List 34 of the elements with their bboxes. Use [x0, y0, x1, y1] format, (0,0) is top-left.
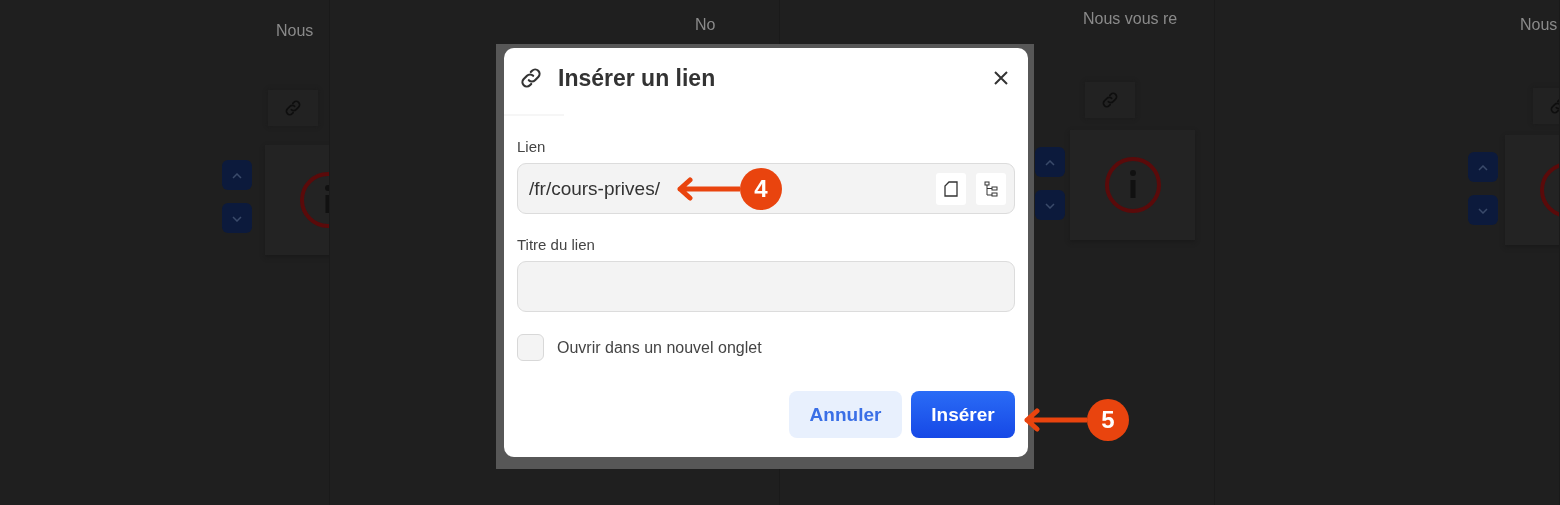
dialog-title: Insérer un lien	[558, 64, 717, 92]
cancel-button[interactable]: Annuler	[789, 391, 902, 438]
chevron-down-icon	[1045, 203, 1055, 209]
move-down-button[interactable]	[1035, 190, 1065, 220]
checkbox[interactable]	[517, 334, 544, 361]
section-heading: No	[695, 16, 716, 34]
move-down-button[interactable]	[222, 203, 252, 233]
close-icon	[994, 71, 1008, 85]
field-label: Lien	[517, 138, 547, 155]
chevron-up-icon	[1045, 160, 1055, 166]
section-heading: Nous	[276, 22, 314, 40]
page-icon	[944, 180, 958, 197]
step-badge: 5	[1087, 399, 1129, 441]
insert-button[interactable]: Insérer	[911, 391, 1015, 438]
move-up-button[interactable]	[1035, 147, 1065, 177]
arrow-icon	[1023, 408, 1087, 432]
chevron-up-icon	[232, 173, 242, 179]
info-icon	[1103, 156, 1162, 214]
field-label: Titre du lien	[517, 236, 596, 253]
chevron-up-icon	[1478, 165, 1488, 171]
title-field[interactable]	[517, 261, 1015, 312]
link-icon	[518, 65, 544, 91]
section-heading: Nous	[1520, 16, 1558, 34]
move-up-button[interactable]	[1468, 152, 1498, 182]
arrow-icon	[676, 177, 740, 201]
chevron-down-icon	[232, 216, 242, 222]
page-button[interactable]	[936, 172, 966, 205]
checkbox-label: Ouvrir dans un nouvel onglet	[557, 338, 762, 357]
chevron-down-icon	[1478, 208, 1488, 214]
move-down-button[interactable]	[1468, 195, 1498, 225]
move-up-button[interactable]	[222, 160, 252, 190]
section-heading: Nous vous re	[1083, 10, 1178, 28]
tree-icon	[984, 180, 998, 197]
sitemap-button[interactable]	[976, 172, 1006, 205]
